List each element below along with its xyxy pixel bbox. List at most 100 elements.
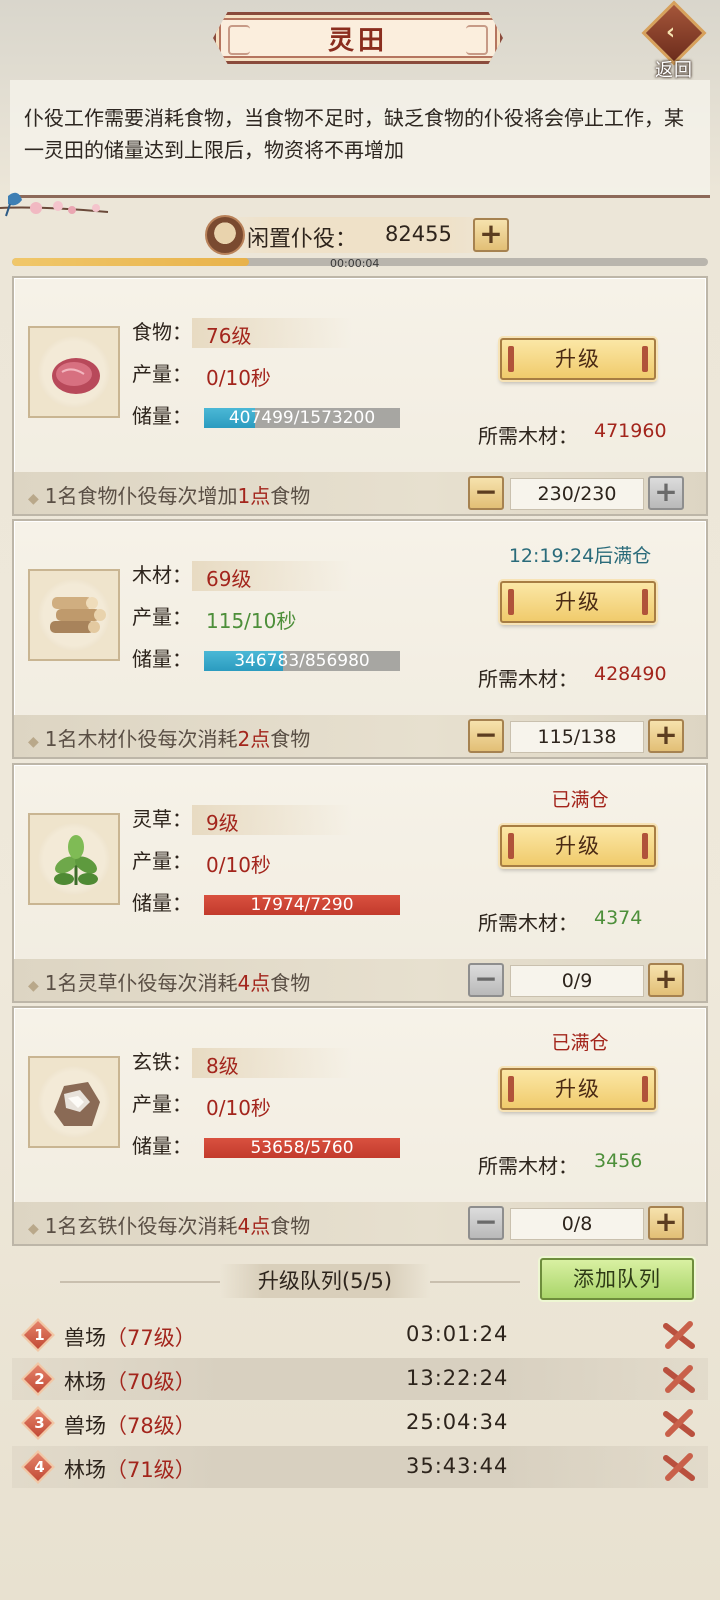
card-footer: ◆ 1名灵草仆役每次消耗4点食物 − 0/9 + — [14, 959, 706, 1001]
queue-building-level: （71级） — [106, 1458, 196, 1482]
footer-pre: 1名食物仆役每次增加 — [44, 484, 238, 508]
resource-name: 木材： — [132, 563, 192, 587]
decrease-servant-button[interactable]: − — [468, 1206, 504, 1240]
production-value: 0/10秒 — [206, 366, 271, 390]
plum-blossom-icon — [0, 192, 109, 217]
queue-time: 35:43:44 — [406, 1454, 509, 1478]
required-wood-label: 所需木材： — [478, 667, 578, 691]
back-arrow-icon: ‹ — [666, 20, 676, 45]
resource-card: 木材： 69级 产量： 115/10秒 储量： 346783/856980 12… — [12, 519, 708, 759]
storage-label: 储量： — [132, 647, 192, 671]
info-description: 仆役工作需要消耗食物，当食物不足时，缺乏食物的仆役将会停止工作，某一灵田的储量达… — [10, 80, 710, 198]
back-button[interactable]: ‹ 返回 — [640, 0, 708, 81]
resource-icon-frame — [28, 569, 120, 661]
increase-servant-button[interactable]: + — [648, 476, 684, 510]
queue-building: 林场（71级） — [64, 1454, 196, 1484]
queue-building-level: （77级） — [106, 1326, 196, 1350]
footer-pre: 1名灵草仆役每次消耗 — [44, 971, 238, 995]
decrease-servant-button[interactable]: − — [468, 719, 504, 753]
queue-item: 3 兽场（78级） 25:04:34 — [12, 1402, 708, 1444]
queue-item: 1 兽场（77级） 03:01:24 — [12, 1314, 708, 1356]
queue-item: 4 林场（71级） 35:43:44 — [12, 1446, 708, 1488]
cancel-queue-icon[interactable] — [662, 1452, 696, 1482]
footer-pre: 1名木材仆役每次消耗 — [44, 727, 238, 751]
production-value: 115/10秒 — [206, 609, 297, 633]
queue-building-name: 林场 — [64, 1370, 106, 1394]
servant-consumption-text: ◆ 1名玄铁仆役每次消耗4点食物 — [28, 1210, 310, 1239]
queue-time: 03:01:24 — [406, 1322, 509, 1346]
queue-title: 升级队列(5/5) — [220, 1264, 430, 1298]
queue-divider-left — [60, 1281, 220, 1283]
required-wood-value: 428490 — [594, 663, 667, 685]
storage-label: 储量： — [132, 404, 192, 428]
footer-post: 食物 — [270, 971, 311, 995]
storage-bar: 53658/5760 — [204, 1138, 400, 1158]
resource-level: 9级 — [206, 811, 239, 835]
queue-building: 兽场（77级） — [64, 1322, 196, 1352]
upgrade-button[interactable]: 升级 — [500, 825, 656, 867]
production-label: 产量： — [132, 849, 192, 873]
title-banner: 灵田 — [213, 12, 503, 64]
resource-name: 灵草： — [132, 807, 192, 831]
decrease-servant-button[interactable]: − — [468, 476, 504, 510]
storage-value: 53658/5760 — [250, 1138, 354, 1158]
queue-time: 25:04:34 — [406, 1410, 509, 1434]
servant-consumption-text: ◆ 1名木材仆役每次消耗2点食物 — [28, 723, 310, 752]
servant-count-field[interactable]: 0/9 — [510, 965, 644, 997]
queue-building-name: 林场 — [64, 1458, 106, 1482]
queue-building-name: 兽场 — [64, 1326, 106, 1350]
servant-count-field[interactable]: 230/230 — [510, 478, 644, 510]
cancel-queue-icon[interactable] — [662, 1364, 696, 1394]
upgrade-button[interactable]: 升级 — [500, 338, 656, 380]
storage-status: 12:19:24后满仓 — [508, 545, 652, 567]
resource-level: 76级 — [206, 324, 252, 348]
timer-text: 00:00:04 — [330, 257, 380, 270]
queue-building-level: （78级） — [106, 1414, 196, 1438]
required-wood-label: 所需木材： — [478, 424, 578, 448]
increase-servant-button[interactable]: + — [648, 719, 684, 753]
queue-item: 2 林场（70级） 13:22:24 — [12, 1358, 708, 1400]
upgrade-button[interactable]: 升级 — [500, 581, 656, 623]
card-footer: ◆ 1名食物仆役每次增加1点食物 − 230/230 + — [14, 472, 706, 514]
storage-status: 已满仓 — [551, 1032, 609, 1054]
cancel-queue-icon[interactable] — [662, 1320, 696, 1350]
production-label: 产量： — [132, 362, 192, 386]
storage-bar: 407499/1573200 — [204, 408, 400, 428]
servant-count-field[interactable]: 115/138 — [510, 721, 644, 753]
servant-consumption-text: ◆ 1名食物仆役每次增加1点食物 — [28, 480, 310, 509]
queue-building-level: （70级） — [106, 1370, 196, 1394]
resource-icon-frame — [28, 326, 120, 418]
servant-avatar-icon — [205, 215, 245, 255]
queue-number-badge: 4 — [21, 1450, 55, 1484]
storage-bar: 346783/856980 — [204, 651, 400, 671]
card-footer: ◆ 1名玄铁仆役每次消耗4点食物 − 0/8 + — [14, 1202, 706, 1244]
queue-number: 4 — [34, 1458, 45, 1476]
required-wood-label: 所需木材： — [478, 1154, 578, 1178]
resource-card: 玄铁： 8级 产量： 0/10秒 储量： 53658/5760 已满仓 升级 所… — [12, 1006, 708, 1246]
required-wood-value: 3456 — [594, 1150, 643, 1172]
add-queue-button[interactable]: 添加队列 — [540, 1258, 694, 1300]
production-value: 0/10秒 — [206, 1096, 271, 1120]
queue-header: 升级队列(5/5) — [60, 1264, 520, 1300]
increase-servant-button[interactable]: + — [648, 963, 684, 997]
footer-post: 食物 — [270, 1214, 311, 1238]
storage-status: 已满仓 — [551, 789, 609, 811]
idle-count: 82455 — [385, 222, 452, 246]
diamond-bullet-icon: ◆ — [28, 491, 39, 507]
card-footer: ◆ 1名木材仆役每次消耗2点食物 − 115/138 + — [14, 715, 706, 757]
queue-number: 1 — [34, 1326, 45, 1344]
production-label: 产量： — [132, 605, 192, 629]
increase-servant-button[interactable]: + — [648, 1206, 684, 1240]
resource-level: 8级 — [206, 1054, 239, 1078]
servant-count-field[interactable]: 0/8 — [510, 1208, 644, 1240]
decrease-servant-button[interactable]: − — [468, 963, 504, 997]
cancel-queue-icon[interactable] — [662, 1408, 696, 1438]
production-value: 0/10秒 — [206, 853, 271, 877]
diamond-bullet-icon: ◆ — [28, 978, 39, 994]
upgrade-button[interactable]: 升级 — [500, 1068, 656, 1110]
page-title: 灵田 — [327, 25, 388, 56]
footer-amount: 1点 — [237, 484, 271, 508]
storage-value: 407499/1573200 — [228, 408, 376, 428]
add-servant-button[interactable]: + — [473, 218, 509, 252]
storage-value: 346783/856980 — [234, 651, 370, 671]
